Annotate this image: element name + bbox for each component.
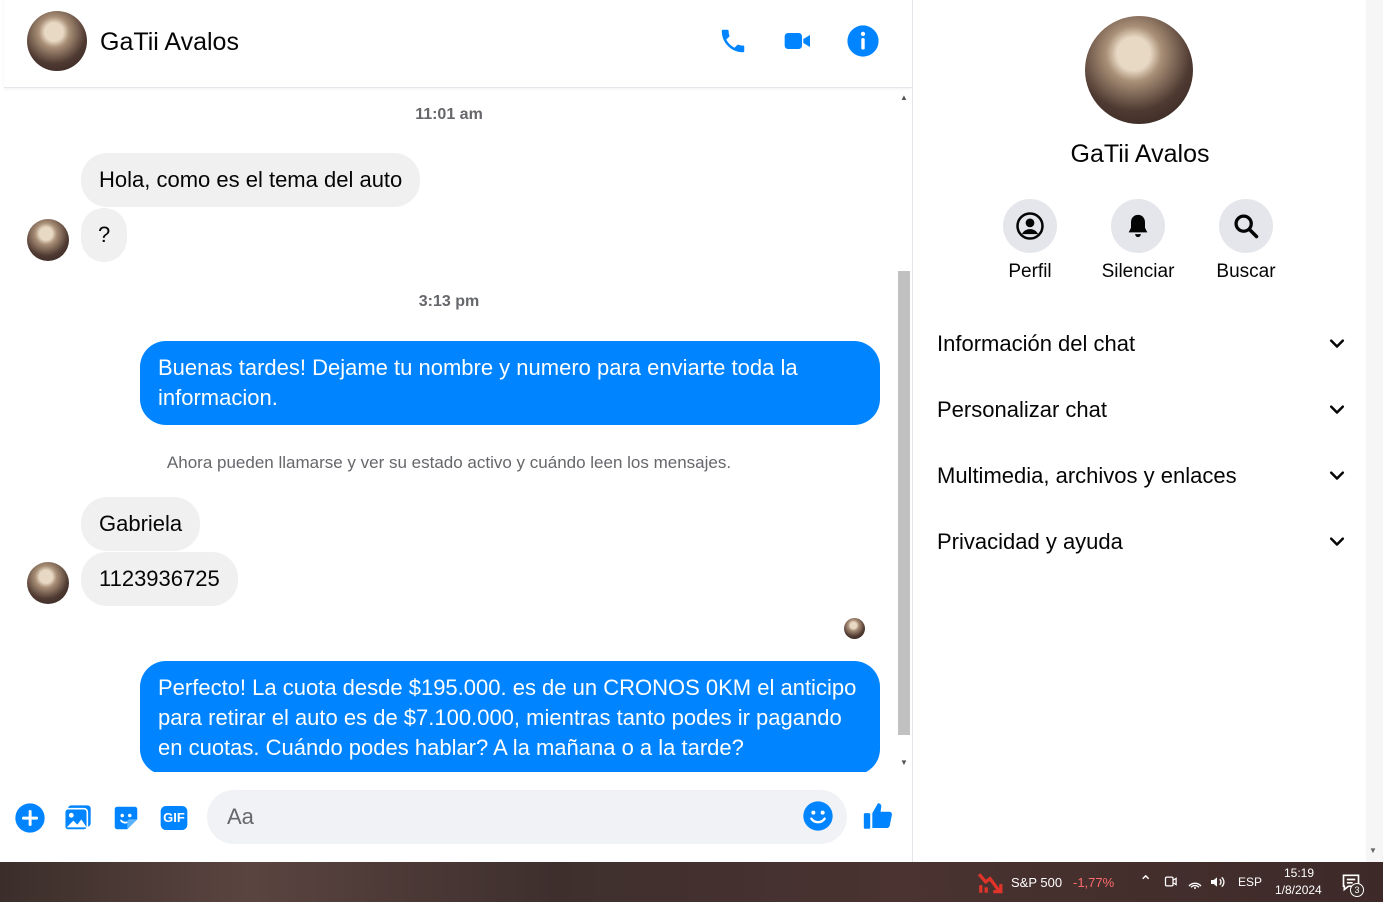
section-label: Personalizar chat: [937, 397, 1107, 422]
mute-action-circle[interactable]: [1111, 199, 1165, 253]
section-label: Multimedia, archivos y enlaces: [937, 463, 1237, 488]
emoji-button[interactable]: [802, 800, 836, 834]
contact-profile-photo[interactable]: [1085, 16, 1193, 124]
gif-button[interactable]: GIF: [157, 801, 191, 835]
page-scroll-down-arrow[interactable]: ▼: [1369, 846, 1377, 855]
message-list: 11:01 am Hola, como es el tema del auto …: [4, 89, 894, 772]
more-actions-button[interactable]: [13, 801, 47, 835]
mute-label: Silenciar: [1101, 261, 1175, 282]
composer: GIF: [4, 775, 912, 861]
profile-icon: [1016, 212, 1044, 240]
chevron-down-icon: [1329, 405, 1345, 414]
phone-icon: [721, 29, 745, 53]
incoming-message[interactable]: Gabriela: [81, 497, 201, 551]
emoji-icon: [803, 801, 833, 831]
gif-label: GIF: [163, 810, 185, 825]
section-chat-info[interactable]: Información del chat: [937, 324, 1347, 364]
search-action[interactable]: Buscar: [1201, 199, 1291, 283]
section-label: Información del chat: [937, 331, 1136, 356]
info-icon: [847, 25, 879, 57]
attach-image-button[interactable]: [61, 801, 95, 835]
conversation-details-panel: GaTii Avalos Perfil Silenciar Buscar Inf…: [912, 0, 1366, 862]
scroll-up-arrow[interactable]: ▲: [898, 91, 910, 105]
contact-avatar[interactable]: [27, 11, 87, 71]
input-language[interactable]: ESP: [1238, 875, 1262, 889]
page-scrollbar[interactable]: ▼: [1366, 0, 1383, 862]
message-scrollbar[interactable]: ▲ ▼: [896, 89, 910, 772]
clock-time[interactable]: 15:19: [1284, 866, 1314, 880]
search-label: Buscar: [1216, 261, 1276, 282]
profile-label: Perfil: [1008, 261, 1052, 282]
scroll-thumb[interactable]: [898, 271, 910, 735]
section-media-files-links[interactable]: Multimedia, archivos y enlaces: [937, 456, 1347, 496]
contact-name-large: GaTii Avalos: [1070, 140, 1210, 168]
chevron-down-icon: [1329, 471, 1345, 480]
read-receipt-avatar: [844, 618, 865, 639]
sticker-button[interactable]: [109, 801, 143, 835]
section-label: Privacidad y ayuda: [937, 529, 1123, 554]
section-privacy-help[interactable]: Privacidad y ayuda: [937, 522, 1347, 562]
chevron-down-icon: [1329, 339, 1345, 348]
meet-now-icon[interactable]: [1163, 874, 1178, 889]
video-camera-icon: [784, 33, 810, 49]
outgoing-message[interactable]: Perfecto! La cuota desde $195.000. es de…: [140, 661, 880, 772]
stock-chart-icon[interactable]: [977, 870, 1003, 896]
like-button[interactable]: [861, 799, 895, 833]
chat-pane: GaTii Avalos 11:01 am Hola, como es el t…: [4, 0, 912, 862]
message-input[interactable]: [207, 790, 847, 844]
contact-avatar-small[interactable]: [27, 219, 69, 261]
volume-icon[interactable]: [1209, 874, 1225, 890]
system-notice: Ahora pueden llamarse y ver su estado ac…: [166, 453, 732, 472]
windows-taskbar: S&P 500 -1,77% ⌃ ESP 15:19 1/8/2024 3: [0, 862, 1383, 902]
contact-avatar-small[interactable]: [27, 562, 69, 604]
search-icon: [1234, 214, 1259, 239]
plus-icon: [15, 803, 45, 833]
wifi-icon[interactable]: [1187, 874, 1203, 890]
scroll-down-arrow[interactable]: ▼: [898, 756, 910, 770]
timestamp: 3:13 pm: [418, 293, 480, 310]
video-call-button[interactable]: [781, 24, 815, 58]
incoming-message[interactable]: ?: [81, 208, 128, 262]
chevron-up-icon[interactable]: ⌃: [1139, 872, 1152, 892]
ticker-name[interactable]: S&P 500: [1011, 875, 1062, 890]
mute-action[interactable]: Silenciar: [1093, 199, 1183, 283]
call-button[interactable]: [716, 24, 750, 58]
thumbs-up-icon: [863, 803, 892, 829]
chat-header: GaTii Avalos: [4, 0, 912, 88]
profile-action[interactable]: Perfil: [985, 199, 1075, 283]
profile-action-circle[interactable]: [1003, 199, 1057, 253]
incoming-message[interactable]: Hola, como es el tema del auto: [81, 153, 421, 207]
section-customize-chat[interactable]: Personalizar chat: [937, 390, 1347, 430]
timestamp: 11:01 am: [415, 106, 483, 123]
chevron-down-icon: [1329, 537, 1345, 546]
notification-count-badge: 3: [1350, 883, 1364, 897]
sticker-icon: [114, 806, 138, 830]
messenger-window: GaTii Avalos 11:01 am Hola, como es el t…: [0, 0, 1383, 902]
contact-name[interactable]: GaTii Avalos: [100, 28, 239, 57]
incoming-message[interactable]: 1123936725: [81, 552, 238, 606]
ticker-change[interactable]: -1,77%: [1073, 875, 1114, 890]
outgoing-message[interactable]: Buenas tardes! Dejame tu nombre y numero…: [140, 341, 880, 425]
info-button[interactable]: [846, 24, 880, 58]
search-action-circle[interactable]: [1219, 199, 1273, 253]
clock-date[interactable]: 1/8/2024: [1275, 883, 1322, 897]
image-icon: [63, 805, 91, 831]
bell-icon: [1128, 214, 1148, 238]
